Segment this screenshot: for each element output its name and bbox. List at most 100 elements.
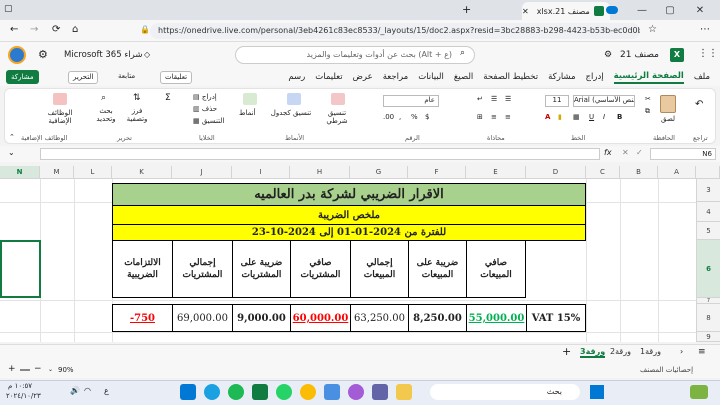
formula-input[interactable] <box>40 148 600 160</box>
edge-app-icon[interactable] <box>204 384 220 400</box>
editing-mode-button[interactable]: التحرير <box>68 71 99 84</box>
bold-icon[interactable]: B <box>617 113 622 121</box>
col-header-m[interactable]: M <box>40 166 74 179</box>
excel-app-icon[interactable] <box>252 384 268 400</box>
follow-button[interactable]: متابعة <box>118 72 135 80</box>
menu-review[interactable]: مراجعة <box>383 72 409 82</box>
store-app-icon[interactable] <box>324 384 340 400</box>
chrome-app-icon[interactable] <box>300 384 316 400</box>
report-period[interactable]: للفترة من 2024-01-01 إلى 2024-10-23 <box>112 224 586 241</box>
spotify-app-icon[interactable] <box>228 384 244 400</box>
menu-home[interactable]: الصفحة الرئيسية <box>613 71 684 84</box>
forward-icon[interactable]: → <box>30 24 38 35</box>
row-header-4[interactable]: 4 <box>696 202 720 222</box>
document-name[interactable]: مصنف 21 <box>620 50 659 60</box>
col-header-n[interactable]: N <box>0 166 40 179</box>
zoom-dropdown-icon[interactable]: ⌄ <box>48 366 53 373</box>
copilot-app-icon[interactable] <box>348 384 364 400</box>
buy-m365-link[interactable]: Microsoft 365 شراء <box>64 50 142 60</box>
menu-page-layout[interactable]: تخطيط الصفحة <box>483 72 538 82</box>
tab-next-icon[interactable]: › <box>680 347 683 356</box>
menu-help[interactable]: تعليمات <box>315 72 342 82</box>
row-header-8[interactable]: 8 <box>696 304 720 332</box>
col-header-f[interactable]: F <box>408 166 466 179</box>
fx-icon[interactable]: fx <box>604 148 612 157</box>
sheet-tab-3[interactable]: ورقة3 <box>580 347 606 358</box>
col-header-g[interactable]: G <box>350 166 408 179</box>
row-label-vat[interactable]: VAT 15% <box>526 304 586 332</box>
copy-icon[interactable]: ⧉ <box>645 107 650 116</box>
row-header-5[interactable]: 5 <box>696 222 720 240</box>
select-all-corner[interactable] <box>696 166 720 179</box>
header-gross-purchases[interactable]: إجمالي المشتريات <box>172 240 233 298</box>
whatsapp-app-icon[interactable] <box>276 384 292 400</box>
header-tax-liabilities[interactable]: الالتزامات الضريبية <box>112 240 173 298</box>
new-tab-icon[interactable]: + <box>462 3 471 16</box>
underline-icon[interactable]: U <box>589 113 594 121</box>
teams-app-icon[interactable] <box>372 384 388 400</box>
value-sales-tax[interactable]: 8,250.00 <box>408 304 467 332</box>
volume-icon[interactable]: 🔊 <box>70 386 80 395</box>
cancel-icon[interactable]: ✕ <box>622 148 629 157</box>
menu-formulas[interactable]: الصيغ <box>454 72 473 82</box>
widgets-icon[interactable] <box>690 385 708 399</box>
taskbar-search[interactable]: بحث <box>430 384 580 400</box>
col-header-j[interactable]: J <box>172 166 232 179</box>
zoom-level[interactable]: 90% <box>58 366 74 374</box>
delete-cells-button[interactable]: ▥ حذف <box>193 105 217 113</box>
autosum-icon[interactable]: Σ <box>165 93 171 103</box>
refresh-icon[interactable]: ⟳ <box>52 24 60 35</box>
selected-cell-n6[interactable] <box>0 240 41 298</box>
zoom-out-icon[interactable]: − <box>34 364 42 374</box>
cell-styles-icon[interactable] <box>243 93 257 105</box>
undo-icon[interactable]: ↶ <box>695 99 703 110</box>
browser-settings-icon[interactable]: ⋯ <box>700 24 710 35</box>
col-header-a[interactable]: A <box>658 166 696 179</box>
taskbar-date[interactable]: ٢٠٢٤/١٠/٢٣ <box>6 392 41 400</box>
row-header-6[interactable]: 6 <box>696 240 720 298</box>
favorite-icon[interactable]: ☆ <box>648 24 657 35</box>
sheet-tab-2[interactable]: ورقة2 <box>610 347 631 356</box>
header-sales-tax[interactable]: ضريبة على المبيعات <box>408 240 467 298</box>
col-header-i[interactable]: I <box>232 166 290 179</box>
ribbon-collapse-icon[interactable]: ⌃ <box>9 133 15 141</box>
menu-draw[interactable]: رسم <box>288 72 305 82</box>
number-format-select[interactable]: عام <box>383 95 439 107</box>
wifi-icon[interactable]: ◠ <box>84 386 91 395</box>
home-icon[interactable]: ⌂ <box>72 24 78 35</box>
conditional-format-icon[interactable] <box>331 93 345 105</box>
workbook-stats[interactable]: إحصائيات المصنف <box>640 366 693 374</box>
font-color-icon[interactable]: A <box>545 113 550 121</box>
tabs-menu-icon[interactable]: ≡ <box>698 347 706 357</box>
back-icon[interactable]: ← <box>10 24 18 35</box>
report-subtitle[interactable]: ملخص الضريبة <box>112 205 586 225</box>
format-as-table-icon[interactable] <box>287 93 301 105</box>
align-center-icon[interactable]: ≡ <box>491 113 497 121</box>
currency-icon[interactable]: $ <box>425 113 429 121</box>
format-cells-button[interactable]: ▦ التنسيق <box>193 117 224 125</box>
settings-gear-icon[interactable]: ⚙ <box>38 48 48 61</box>
fill-color-icon[interactable]: ▮ <box>558 113 562 121</box>
close-window-icon[interactable]: ✕ <box>690 2 710 18</box>
addins-icon[interactable] <box>53 93 67 105</box>
explorer-app-icon[interactable] <box>396 384 412 400</box>
app-launcher-icon[interactable]: ⋮⋮ <box>698 48 718 59</box>
header-net-purchases[interactable]: صافي المشتريات <box>290 240 351 298</box>
align-top-icon[interactable]: ☰ <box>505 95 511 103</box>
worksheet-grid[interactable]: C D E F G H I J K L M N B A 3 4 5 6 7 8 … <box>0 166 720 342</box>
value-gross-purchases[interactable]: 69,000.00 <box>172 304 233 332</box>
italic-icon[interactable]: I <box>603 113 605 121</box>
paste-icon[interactable] <box>660 95 676 113</box>
cut-icon[interactable]: ✂ <box>645 95 651 103</box>
borders-icon[interactable]: ▦ <box>573 113 580 121</box>
add-sheet-icon[interactable]: + <box>562 345 571 358</box>
col-header-h[interactable]: H <box>290 166 350 179</box>
col-header-l[interactable]: L <box>74 166 112 179</box>
sheet-tab-1[interactable]: ورقة1 <box>640 347 661 356</box>
search-input[interactable]: بحث عن أدوات وتعليمات والمزيد (Alt + ع) <box>235 46 475 64</box>
value-tax-liabilities[interactable]: -750 <box>112 304 173 332</box>
col-header-k[interactable]: K <box>112 166 172 179</box>
excel-logo-icon[interactable]: X <box>670 48 684 62</box>
share-button[interactable]: مشاركة <box>6 70 39 84</box>
name-box[interactable]: N6 <box>650 148 716 160</box>
